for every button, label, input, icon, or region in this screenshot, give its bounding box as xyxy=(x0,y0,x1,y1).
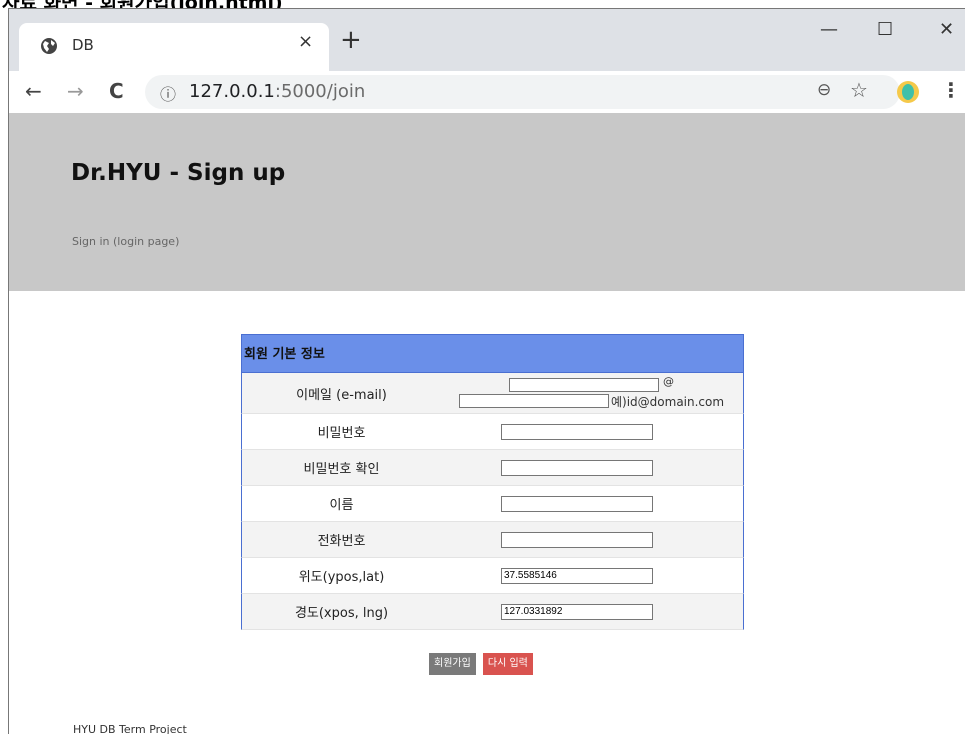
email-example: 예)id@domain.com xyxy=(611,395,725,409)
document-heading: 자료 화면 - 회원가입(join.html) xyxy=(0,0,380,8)
longitude-input[interactable] xyxy=(501,603,653,620)
signup-form: 회원 기본 정보 이메일 (e-mail) @ 예)id@domain.com … xyxy=(241,334,744,630)
reload-button[interactable]: C xyxy=(109,79,124,103)
back-button[interactable]: ← xyxy=(25,79,42,103)
phone-label: 전화번호 xyxy=(317,534,366,549)
browser-window: DB × + — ☐ ✕ ← → C ⓘ 127.0.0.1:5000/join… xyxy=(8,8,965,734)
signin-link[interactable]: Sign in (login page) xyxy=(72,235,179,248)
form-buttons: 회원가입 다시 입력 xyxy=(429,651,533,675)
footer-text: HYU DB Term Project xyxy=(73,723,187,734)
phone-row: 전화번호 xyxy=(241,522,744,558)
info-icon[interactable]: ⓘ xyxy=(160,81,176,105)
tab-title: DB xyxy=(72,36,94,54)
globe-icon xyxy=(41,38,57,54)
password-row: 비밀번호 xyxy=(241,414,744,450)
url-text[interactable]: 127.0.0.1:5000/join xyxy=(189,81,365,102)
phone-input[interactable] xyxy=(501,531,653,548)
maximize-button[interactable]: ☐ xyxy=(877,19,893,40)
latitude-input[interactable] xyxy=(501,567,653,584)
close-window-button[interactable]: ✕ xyxy=(939,19,954,40)
longitude-row: 경도(xpos, lng) xyxy=(241,594,744,630)
profile-avatar[interactable] xyxy=(897,81,919,103)
menu-icon[interactable]: ⋮ xyxy=(941,78,961,102)
email-fields: @ 예)id@domain.com xyxy=(441,373,743,413)
password-confirm-label: 비밀번호 확인 xyxy=(303,462,380,477)
latitude-label: 위도(ypos,lat) xyxy=(298,570,385,585)
url-path: :5000/join xyxy=(274,81,366,102)
latitude-row: 위도(ypos,lat) xyxy=(241,558,744,594)
reset-button[interactable]: 다시 입력 xyxy=(482,653,533,675)
minimize-button[interactable]: — xyxy=(820,19,838,40)
form-header: 회원 기본 정보 xyxy=(241,334,744,373)
browser-toolbar: ← → C ⓘ 127.0.0.1:5000/join ⊖ ☆ ⋮ xyxy=(9,71,965,114)
password-label: 비밀번호 xyxy=(317,426,366,441)
tab-strip: DB × + — ☐ ✕ xyxy=(9,9,965,71)
longitude-label: 경도(xpos, lng) xyxy=(294,606,389,621)
name-label: 이름 xyxy=(329,498,354,513)
bookmark-star-icon[interactable]: ☆ xyxy=(850,78,868,102)
site-banner: Dr.HYU - Sign up Sign in (login page) xyxy=(9,113,965,291)
page-content: Dr.HYU - Sign up Sign in (login page) 회원… xyxy=(9,113,965,734)
tab-close-icon[interactable]: × xyxy=(298,31,313,52)
password-confirm-input[interactable] xyxy=(501,459,653,476)
email-local-input[interactable] xyxy=(509,378,659,392)
name-input[interactable] xyxy=(501,495,653,512)
new-tab-button[interactable]: + xyxy=(340,25,362,55)
email-at-sign: @ xyxy=(663,375,674,388)
email-label: 이메일 (e-mail) xyxy=(296,387,387,403)
address-bar[interactable]: ⓘ 127.0.0.1:5000/join ⊖ ☆ xyxy=(145,75,900,109)
name-row: 이름 xyxy=(241,486,744,522)
forward-button[interactable]: → xyxy=(67,79,84,103)
tab-db[interactable]: DB × xyxy=(19,23,329,71)
password-input[interactable] xyxy=(501,423,653,440)
page-title: Dr.HYU - Sign up xyxy=(71,160,286,186)
email-row: 이메일 (e-mail) @ 예)id@domain.com xyxy=(241,373,744,414)
password-confirm-row: 비밀번호 확인 xyxy=(241,450,744,486)
url-host: 127.0.0.1 xyxy=(189,81,275,102)
email-domain-input[interactable] xyxy=(459,394,609,408)
signup-submit-button[interactable]: 회원가입 xyxy=(429,653,476,675)
zoom-icon[interactable]: ⊖ xyxy=(817,80,831,100)
